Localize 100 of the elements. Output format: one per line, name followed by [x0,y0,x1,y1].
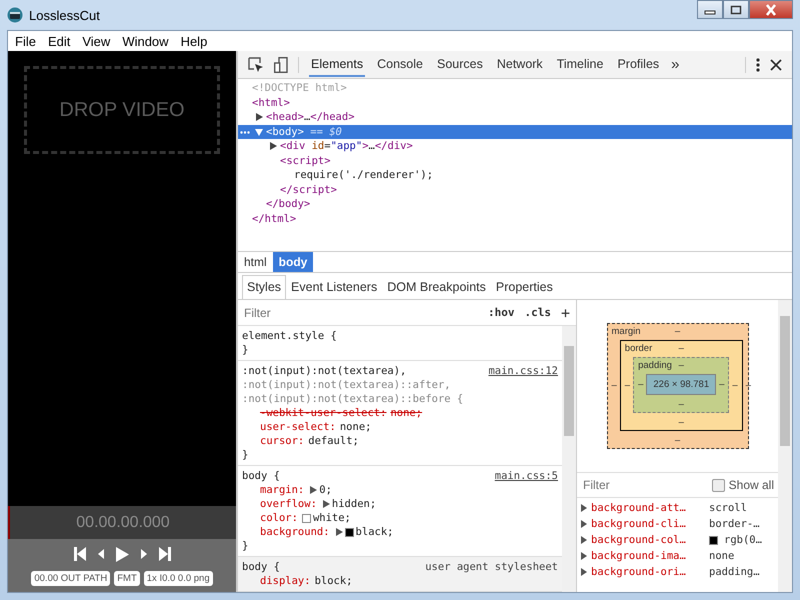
box-value: – [732,380,738,390]
color-swatch[interactable] [344,528,354,536]
menu-item[interactable]: Edit [44,34,74,48]
computed-property-name: background-ima… [591,550,687,562]
box-value: – [638,379,644,390]
dom-node[interactable]: <script> [238,154,792,168]
dom-node[interactable]: require('./renderer'); [238,168,792,182]
class-button[interactable]: .cls [524,306,551,319]
expand-triangle-icon[interactable] [322,500,330,508]
content-box: 226 × 98.781 [646,374,716,395]
menu-item[interactable]: Window [118,34,173,48]
panel-tab[interactable]: Event Listeners [286,275,382,299]
dom-node[interactable]: <html> [238,96,792,110]
step-forward-icon[interactable] [140,549,146,559]
devtools-tab[interactable]: Console [375,52,425,77]
computed-property-name: background-cli… [591,518,687,530]
close-icon[interactable] [770,58,782,70]
css-property[interactable]: background: black; [242,525,558,539]
devtools-tab[interactable]: Sources [434,52,485,77]
menu-item[interactable]: File [11,34,40,48]
filter-field[interactable]: Filter [581,477,708,493]
box-label: padding [638,360,673,371]
closing-brace: } [242,539,250,553]
box-value: – [678,399,684,410]
drop-label: DROP VIDEO [59,98,185,122]
hover-state-button[interactable]: :hov [488,306,514,319]
panel-tab[interactable]: Properties [490,275,558,299]
closing-brace: } [242,343,250,357]
breadcrumb[interactable]: html [238,252,273,272]
devtools-tab[interactable]: Profiles [615,52,662,77]
menu-item[interactable]: View [78,34,114,48]
css-property[interactable]: color: white; [242,511,558,525]
player-button[interactable]: 1x I0.0 0.0 png [144,571,213,586]
minimize-button[interactable] [697,0,723,19]
show-all-checkbox[interactable] [712,478,725,492]
close-icon [764,4,778,16]
dom-node[interactable]: <div id="app">…</div> [238,139,792,154]
css-selector: :not(input):not(textarea), [242,364,408,378]
add-rule-button[interactable]: + [560,304,570,322]
step-back-icon[interactable] [98,549,104,559]
box-value: – [678,360,684,371]
css-property[interactable]: display: block; [242,574,558,588]
css-selector: body { [242,469,280,483]
skip-start-icon[interactable] [74,547,86,561]
dom-node[interactable]: </body> [238,197,792,212]
css-property[interactable]: overflow: hidden; [242,497,558,511]
css-selector: :not(input):not(textarea)::before { [242,392,464,406]
source-link[interactable]: main.css:12 [488,364,558,406]
inspect-icon[interactable] [248,56,264,72]
player-button[interactable]: 00.00 OUT PATH [31,571,110,586]
more-tabs-button[interactable]: » [671,56,680,73]
box-value: – [746,380,752,391]
box-value: – [612,380,617,391]
dom-node[interactable]: <body> == $0 [238,124,792,139]
box-value: – [678,417,684,428]
dom-node[interactable]: <head>…</head> [238,110,792,124]
expand-triangle-icon[interactable] [336,528,343,536]
menu-icon[interactable] [756,58,760,72]
scrollbar[interactable] [562,326,576,592]
dom-node[interactable]: </html> [238,212,792,226]
scrollbar[interactable] [778,300,792,592]
show-all-label: Show all [728,478,774,492]
filter-field[interactable]: Filter [242,304,478,320]
css-selector: body { [242,560,280,574]
computed-property-value: padding… [709,566,760,578]
box-value: – [719,379,724,390]
play-icon[interactable] [116,546,128,562]
devtools-tab[interactable]: Elements [309,52,366,77]
skip-end-icon[interactable] [158,547,170,561]
source-link[interactable]: main.css:5 [494,469,558,483]
devtools-tab[interactable]: Network [494,52,545,77]
closing-brace: } [242,448,250,462]
color-swatch[interactable] [709,536,718,544]
expand-triangle-icon[interactable] [269,142,277,150]
expand-triangle-icon[interactable] [255,113,263,121]
box-value: – [674,435,680,446]
player-button[interactable]: FMT [114,571,140,586]
computed-property-value: scroll [709,502,747,514]
window-title: LosslessCut [29,8,100,22]
menu-item[interactable]: Help [176,34,212,48]
expand-triangle-icon[interactable] [255,128,263,136]
css-property[interactable]: cursor: default; [242,434,558,448]
timecode: 00.00.00.000 [76,514,170,532]
dom-node[interactable]: </script> [238,182,792,197]
computed-property-name: background-att… [591,502,687,514]
breadcrumb[interactable]: body [272,252,314,272]
computed-property-value: rgb(0… [724,534,762,546]
devtools-tab[interactable]: Timeline [554,52,606,77]
css-property[interactable]: user-select: none; [242,420,558,434]
maximize-icon [730,4,742,14]
maximize-button[interactable] [723,0,749,19]
css-property[interactable]: margin: 0; [242,483,558,497]
color-swatch[interactable] [302,514,311,522]
computed-property-name: background-col… [591,534,687,546]
device-icon[interactable] [274,56,288,72]
panel-tab[interactable]: DOM Breakpoints [382,275,491,299]
close-button[interactable] [749,0,793,19]
expand-triangle-icon[interactable] [310,486,318,494]
panel-tab[interactable]: Styles [242,275,286,299]
more-icon [240,130,250,134]
